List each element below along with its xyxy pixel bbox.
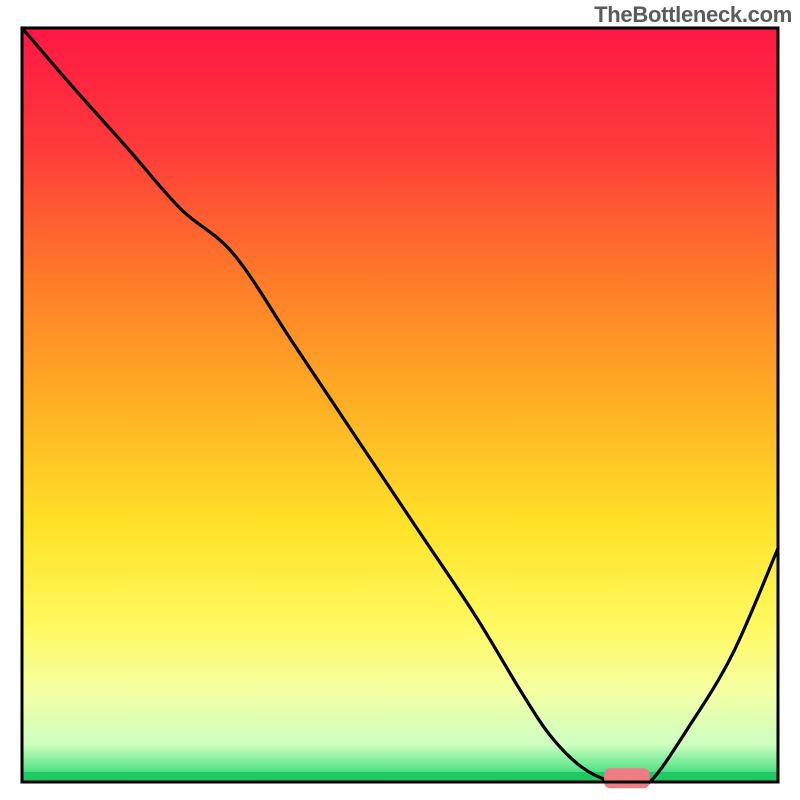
plot-background [22,28,778,782]
bottleneck-plot [0,0,800,800]
chart-canvas: TheBottleneck.com [0,0,800,800]
optimal-marker [604,768,649,788]
